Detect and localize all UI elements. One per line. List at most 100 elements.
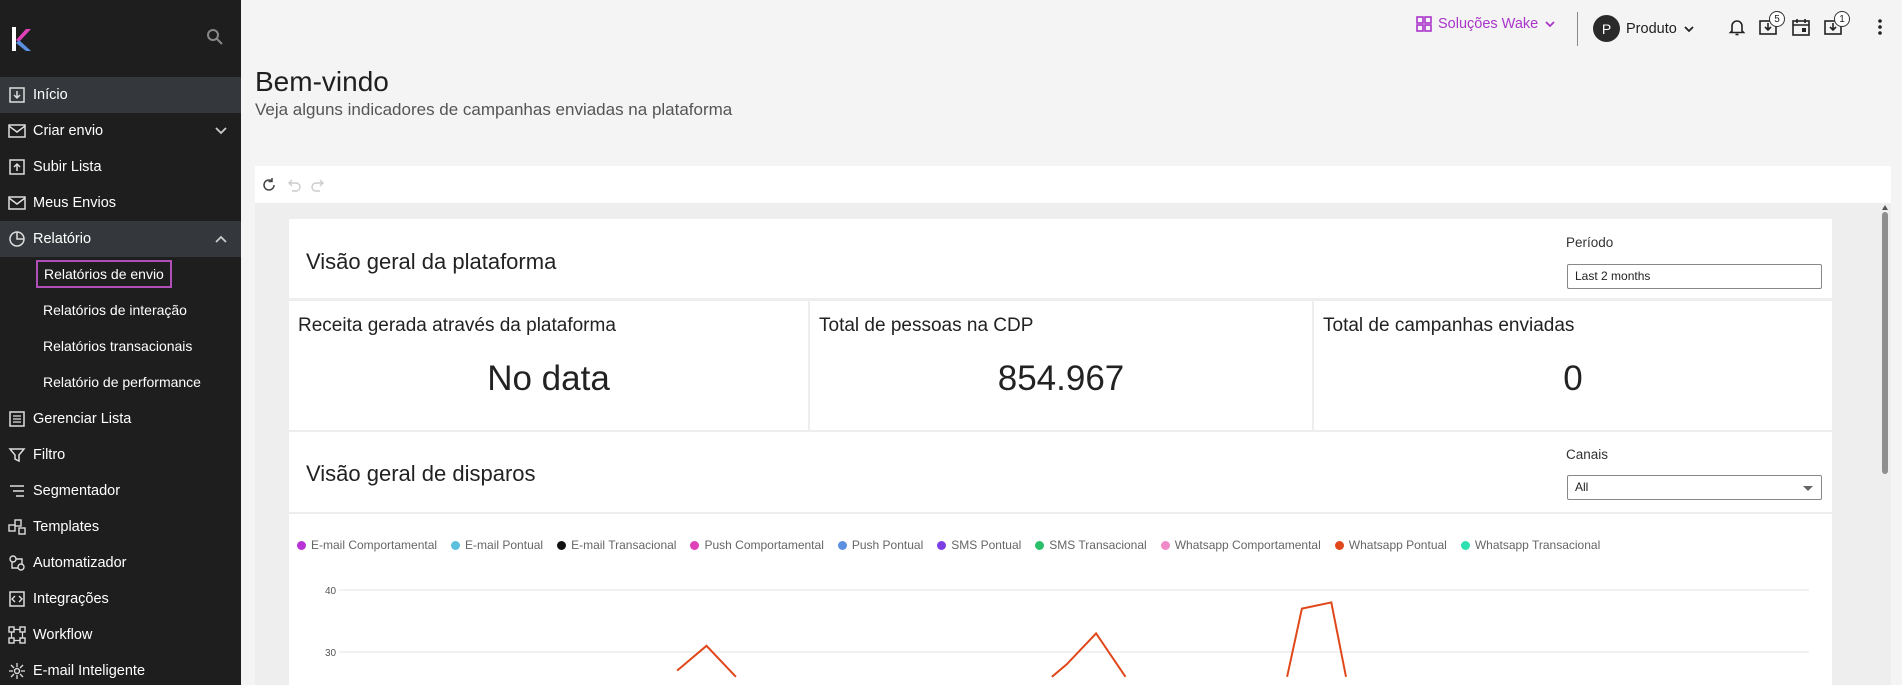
- legend-label: E-mail Comportamental: [311, 538, 438, 552]
- sidebar-item-label: Subir Lista: [33, 159, 102, 175]
- sidebar-item-label: Meus Envios: [33, 195, 117, 211]
- chevron-down-icon: [1684, 25, 1694, 32]
- sidebar-item-meus-envios[interactable]: Meus Envios: [0, 185, 241, 221]
- sidebar-item-email-inteligente[interactable]: E-mail Inteligente: [0, 653, 241, 685]
- overview-title: Visão geral da plataforma: [306, 249, 557, 274]
- sidebar-item-templates[interactable]: Templates: [0, 509, 241, 545]
- notification-badge: 5: [1769, 11, 1785, 27]
- page-title: Bem-vindo: [255, 66, 389, 97]
- sidebar-item-automatizador[interactable]: Automatizador: [0, 545, 241, 581]
- sidebar-item-segmentador[interactable]: Segmentador: [0, 473, 241, 509]
- legend-label: Whatsapp Comportamental: [1174, 538, 1321, 552]
- legend-item[interactable]: Whatsapp Comportamental: [1160, 538, 1321, 552]
- profile-menu[interactable]: P Produto: [1593, 15, 1695, 42]
- sidebar-item-label: Gerenciar Lista: [33, 411, 132, 427]
- series-line-whatsapp-pontual: [676, 644, 737, 678]
- sidebar-item-gerenciar-lista[interactable]: Gerenciar Lista: [0, 401, 241, 437]
- search-icon[interactable]: [206, 28, 224, 46]
- sidebar-subitem-relatorio-performance[interactable]: Relatório de performance: [36, 368, 208, 396]
- kpi-title: Total de pessoas na CDP: [819, 315, 1034, 336]
- kpi-value: 854.967: [997, 359, 1125, 398]
- grid-icon: [1416, 16, 1432, 32]
- kpi-card-receita: Receita gerada através da plataforma No …: [289, 301, 808, 430]
- redo-icon[interactable]: [310, 177, 326, 193]
- chevron-down-icon: [1545, 21, 1555, 28]
- y-tick-label: 40: [325, 586, 337, 597]
- envelope-icon: [8, 124, 26, 138]
- sidebar-subitem-relatorios-interacao[interactable]: Relatórios de interação: [36, 296, 194, 324]
- notification-badge: 1: [1834, 11, 1850, 27]
- more-vertical-icon[interactable]: [1870, 17, 1890, 37]
- canais-select[interactable]: All: [1567, 475, 1822, 500]
- sidebar-item-label: Início: [33, 87, 68, 103]
- series-line-whatsapp-pontual: [1051, 631, 1127, 678]
- legend-label: E-mail Transacional: [571, 538, 677, 552]
- kpi-card-campanhas: Total de campanhas enviadas 0: [1314, 301, 1832, 430]
- sidebar-item-integracoes[interactable]: Integrações: [0, 581, 241, 617]
- legend-dot: [1160, 540, 1170, 550]
- legend-dot: [1035, 540, 1045, 550]
- topbar-divider: [1577, 12, 1578, 46]
- scroll-up-arrow[interactable]: [1882, 205, 1888, 210]
- legend-item[interactable]: Whatsapp Pontual: [1334, 538, 1447, 552]
- y-tick-label: 30: [325, 648, 337, 659]
- period-label: Período: [1566, 235, 1614, 250]
- chevron-up-icon[interactable]: [214, 232, 228, 246]
- sidebar-item-label: E-mail Inteligente: [33, 663, 146, 679]
- downloads-button[interactable]: 5: [1758, 11, 1785, 37]
- legend-dot: [937, 540, 947, 550]
- workflow-icon: [8, 626, 26, 644]
- period-input[interactable]: Last 2 months: [1567, 264, 1822, 289]
- refresh-icon[interactable]: [261, 177, 277, 193]
- legend-item[interactable]: E-mail Comportamental: [297, 538, 437, 552]
- sidebar-subitem-relatorios-transacionais[interactable]: Relatórios transacionais: [36, 332, 199, 360]
- undo-icon[interactable]: [286, 177, 302, 193]
- legend-label: Whatsapp Transacional: [1474, 538, 1601, 552]
- smart-email-icon: [9, 663, 25, 679]
- wake-logo-icon[interactable]: [11, 26, 33, 52]
- calendar-icon[interactable]: [1791, 17, 1811, 37]
- canais-value: All: [1575, 480, 1589, 494]
- upload-box-icon: [9, 159, 25, 175]
- list-icon: [9, 411, 25, 427]
- dropdown-arrow-icon: [1803, 486, 1813, 491]
- avatar: P: [1593, 15, 1620, 42]
- pie-chart-icon: [9, 231, 25, 247]
- legend-item[interactable]: Push Pontual: [837, 538, 923, 552]
- sidebar-item-criar-envio[interactable]: Criar envio: [0, 113, 241, 149]
- sidebar-item-filtro[interactable]: Filtro: [0, 437, 241, 473]
- legend-label: E-mail Pontual: [465, 538, 544, 552]
- sidebar-subitem-relatorios-envio[interactable]: Relatórios de envio: [36, 260, 172, 288]
- kpi-value: 0: [1563, 359, 1583, 398]
- chevron-down-icon[interactable]: [214, 124, 228, 138]
- sidebar-item-subir-lista[interactable]: Subir Lista: [0, 149, 241, 185]
- sidebar-item-relatorio[interactable]: Relatório: [0, 221, 241, 257]
- templates-icon: [8, 519, 26, 535]
- export-button[interactable]: 1: [1823, 11, 1850, 37]
- sidebar-item-label: Workflow: [33, 627, 93, 643]
- filter-icon: [8, 448, 26, 463]
- overview-panel: Visão geral da plataforma Período Last 2…: [289, 219, 1832, 298]
- automation-icon: [9, 555, 25, 571]
- legend-item[interactable]: E-mail Transacional: [557, 538, 676, 552]
- legend-dot: [837, 540, 847, 550]
- bell-icon[interactable]: [1727, 17, 1747, 37]
- legend-dot: [1334, 540, 1344, 550]
- sidebar-item-label: Relatório: [33, 231, 92, 247]
- legend-item[interactable]: SMS Transacional: [1035, 538, 1147, 552]
- legend-item[interactable]: SMS Pontual: [937, 538, 1021, 552]
- sidebar-item-inicio[interactable]: Início: [0, 77, 241, 113]
- legend-dot: [690, 540, 700, 550]
- legend-item[interactable]: Push Comportamental: [690, 538, 824, 552]
- integration-icon: [9, 591, 25, 607]
- solucoes-wake-label: Soluções Wake: [1438, 16, 1539, 32]
- legend-item[interactable]: E-mail Pontual: [451, 538, 543, 552]
- kpi-title: Total de campanhas enviadas: [1323, 315, 1575, 336]
- sidebar-item-label: Filtro: [33, 447, 66, 463]
- chart-legend: E-mail Comportamental E-mail Pontual E-mai…: [297, 538, 1600, 552]
- mail-check-icon: [8, 196, 26, 210]
- sidebar-item-workflow[interactable]: Workflow: [0, 617, 241, 653]
- legend-item[interactable]: Whatsapp Transacional: [1460, 538, 1601, 552]
- solucoes-wake-menu[interactable]: Soluções Wake: [1416, 16, 1556, 32]
- scrollbar[interactable]: [1882, 212, 1888, 474]
